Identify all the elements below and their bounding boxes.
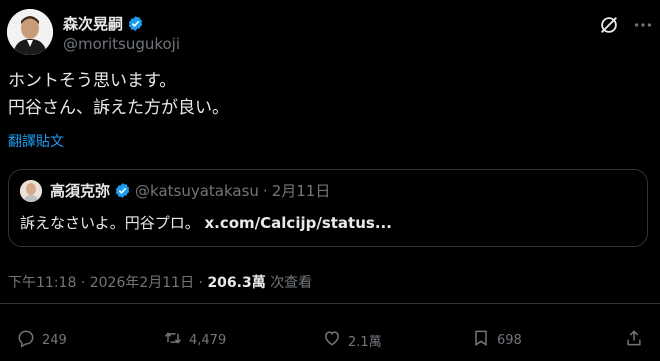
quoted-handle: @katsuyatakasu xyxy=(135,181,259,200)
quoted-header: 高須克弥 @katsuyatakasu · 2月11日 xyxy=(50,180,330,201)
tweet-date[interactable]: 2026年2月11日 xyxy=(90,275,194,291)
retweet-button[interactable]: 4,479 xyxy=(163,326,226,354)
tweet-text-line-1: ホントそう思います。 xyxy=(8,71,177,91)
retweet-icon xyxy=(163,328,183,352)
meta-separator: · xyxy=(80,275,86,291)
translate-post-link[interactable]: 翻譯貼文 xyxy=(8,131,64,151)
tweet-text: ホントそう思います。 円谷さん、訴えた方が良い。 xyxy=(8,68,229,122)
tweet: 森次晃嗣 @moritsugukoji ホントそう思います。 円谷さん、訴えた方… xyxy=(0,0,660,361)
like-button[interactable]: 2.1萬 xyxy=(322,326,382,354)
tweet-text-line-2: 円谷さん、訴えた方が良い。 xyxy=(8,98,229,118)
share-icon xyxy=(624,328,644,352)
bookmark-icon xyxy=(471,328,491,352)
bookmark-button[interactable]: 698 xyxy=(471,326,522,354)
verified-badge-icon xyxy=(127,15,144,32)
display-name-row: 森次晃嗣 xyxy=(63,12,180,34)
quoted-tweet-card[interactable]: 高須克弥 @katsuyatakasu · 2月11日 訴えなさいよ。円谷プロ。… xyxy=(8,169,648,247)
meta-separator-2: · xyxy=(198,275,203,291)
tweet-meta: 下午11:18 · 2026年2月11日 · 206.3萬 次查看 xyxy=(8,272,312,292)
quoted-link[interactable]: x.com/Calcijp/status... xyxy=(204,214,391,232)
like-count: 2.1萬 xyxy=(348,334,382,350)
quoted-display-name: 高須克弥 xyxy=(50,182,111,200)
share-button[interactable] xyxy=(624,326,644,354)
reply-count: 249 xyxy=(42,332,67,348)
author-block: 森次晃嗣 @moritsugukoji xyxy=(63,12,180,54)
avatar-image xyxy=(7,9,53,55)
author-handle[interactable]: @moritsugukoji xyxy=(63,35,180,53)
bookmark-count: 698 xyxy=(497,332,522,348)
heart-icon xyxy=(322,328,342,352)
action-bar: 249 4,479 2.1萬 698 xyxy=(0,326,660,354)
divider xyxy=(0,303,660,304)
reply-button[interactable]: 249 xyxy=(16,326,67,354)
author-display-name[interactable]: 森次晃嗣 xyxy=(63,13,123,34)
quoted-text-body: 訴えなさいよ。円谷プロ。 xyxy=(20,214,200,232)
retweet-count: 4,479 xyxy=(189,332,227,348)
quoted-verified-badge-icon xyxy=(114,182,131,199)
quoted-separator: · xyxy=(262,181,268,200)
quoted-date: 2月11日 xyxy=(271,182,331,200)
more-icon[interactable] xyxy=(632,14,654,36)
views-count: 206.3萬 xyxy=(207,275,266,291)
views-label: 次查看 xyxy=(270,275,313,291)
grok-icon[interactable] xyxy=(598,14,620,36)
quoted-avatar-image xyxy=(20,180,42,202)
tweet-time[interactable]: 下午11:18 xyxy=(8,275,76,291)
quoted-avatar xyxy=(20,180,42,202)
avatar[interactable] xyxy=(7,9,53,55)
reply-icon xyxy=(16,328,36,352)
quoted-text: 訴えなさいよ。円谷プロ。 x.com/Calcijp/status... xyxy=(20,212,392,233)
